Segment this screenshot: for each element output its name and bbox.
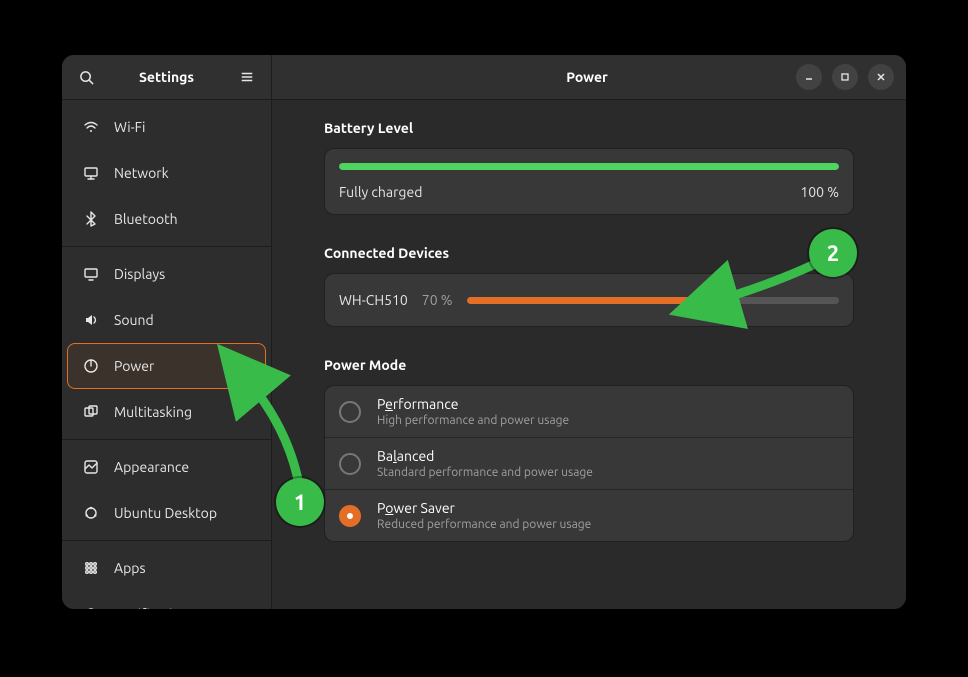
power-mode-title: Power Saver [377, 500, 591, 516]
battery-card: Fully charged 100 % [324, 148, 854, 215]
main-header: Power [272, 55, 906, 100]
section-title-battery: Battery Level [324, 120, 854, 136]
device-card: WH-CH510 70 % [324, 273, 854, 327]
apps-icon [82, 559, 100, 577]
power-mode-option[interactable]: Power Saver Reduced performance and power… [325, 490, 853, 541]
sidebar-item-label: Apps [114, 560, 146, 576]
battery-percent: 100 % [800, 184, 839, 200]
sidebar-item-label: Power [114, 358, 154, 374]
content: Battery Level Fully charged 100 % Connec… [272, 100, 906, 562]
sidebar-item-label: Appearance [114, 459, 189, 475]
battery-status: Fully charged [339, 184, 422, 200]
battery-fill [339, 163, 839, 170]
multitask-icon [82, 403, 100, 421]
displays-icon [82, 265, 100, 283]
radio-button[interactable] [339, 505, 361, 527]
sidebar-item-label: Bluetooth [114, 211, 178, 227]
sidebar-header: Settings [62, 55, 271, 100]
sidebar-item-sound[interactable]: Sound [67, 297, 266, 343]
sidebar-item-wi-fi[interactable]: Wi-Fi [67, 104, 266, 150]
radio-button[interactable] [339, 453, 361, 475]
sidebar-item-appearance[interactable]: Appearance [67, 444, 266, 490]
appearance-icon [82, 458, 100, 476]
sidebar-item-apps[interactable]: Apps [67, 545, 266, 591]
device-bar [467, 297, 839, 304]
power-mode-title: Performance [377, 396, 569, 412]
sidebar-item-multitasking[interactable]: Multitasking [67, 389, 266, 435]
settings-window: Settings Wi-Fi Network Bluetooth Displays So… [62, 55, 906, 609]
sidebar-item-label: Notifications [114, 606, 195, 609]
wifi-icon [82, 118, 100, 136]
battery-bar [339, 163, 839, 170]
sidebar-item-label: Ubuntu Desktop [114, 505, 217, 521]
hamburger-icon[interactable] [235, 65, 259, 89]
sidebar-list: Wi-Fi Network Bluetooth Displays Sound Power M… [62, 100, 271, 609]
sound-icon [82, 311, 100, 329]
power-icon [82, 357, 100, 375]
power-mode-desc: High performance and power usage [377, 414, 569, 427]
sidebar-item-label: Sound [114, 312, 154, 328]
sidebar-item-displays[interactable]: Displays [67, 251, 266, 297]
close-button[interactable] [868, 64, 894, 90]
bluetooth-icon [82, 210, 100, 228]
ubuntu-icon [82, 504, 100, 522]
sidebar-title: Settings [98, 69, 235, 85]
device-percent: 70 % [422, 292, 453, 308]
sidebar-item-label: Wi-Fi [114, 119, 145, 135]
window-controls [796, 64, 898, 90]
sidebar-item-label: Multitasking [114, 404, 192, 420]
sidebar: Settings Wi-Fi Network Bluetooth Displays So… [62, 55, 272, 609]
notifications-icon [82, 605, 100, 609]
sidebar-item-ubuntu-desktop[interactable]: Ubuntu Desktop [67, 490, 266, 536]
network-icon [82, 164, 100, 182]
minimize-button[interactable] [796, 64, 822, 90]
sidebar-item-label: Network [114, 165, 169, 181]
sidebar-item-notifications[interactable]: Notifications [67, 591, 266, 609]
power-mode-desc: Reduced performance and power usage [377, 518, 591, 531]
power-mode-title: Balanced [377, 448, 593, 464]
section-title-devices: Connected Devices [324, 245, 854, 261]
device-name: WH-CH510 [339, 292, 408, 308]
power-mode-list: Performance High performance and power us… [324, 385, 854, 542]
search-icon[interactable] [74, 65, 98, 89]
sidebar-item-label: Displays [114, 266, 165, 282]
sidebar-item-network[interactable]: Network [67, 150, 266, 196]
power-mode-desc: Standard performance and power usage [377, 466, 593, 479]
sidebar-item-bluetooth[interactable]: Bluetooth [67, 196, 266, 242]
section-title-power-mode: Power Mode [324, 357, 854, 373]
power-mode-option[interactable]: Balanced Standard performance and power u… [325, 438, 853, 490]
maximize-button[interactable] [832, 64, 858, 90]
power-mode-option[interactable]: Performance High performance and power us… [325, 386, 853, 438]
main-panel: Power Battery Level [272, 55, 906, 609]
page-title: Power [378, 69, 796, 85]
sidebar-item-power[interactable]: Power [67, 343, 266, 389]
radio-button[interactable] [339, 401, 361, 423]
device-fill [467, 297, 728, 304]
